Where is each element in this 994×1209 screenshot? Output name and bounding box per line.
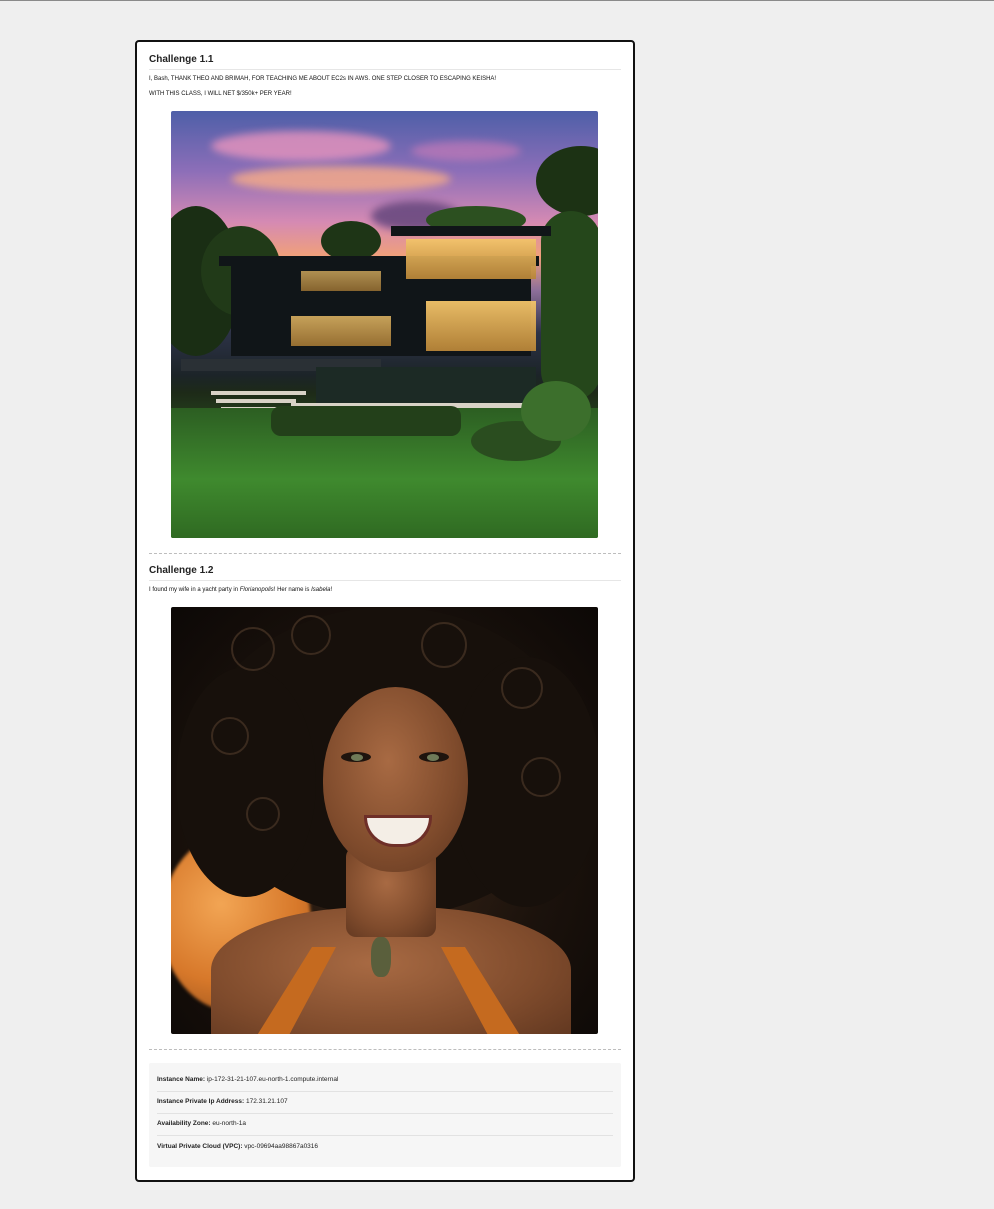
instance-info-panel: Instance Name: ip-172-31-21-107.eu-north… <box>149 1063 621 1167</box>
vpc-label: Virtual Private Cloud (VPC): <box>157 1143 243 1150</box>
place-name: Florianopolis <box>239 587 274 593</box>
sentence-after: ! <box>330 587 333 593</box>
sentence-before: I found my wife in a yacht party in <box>149 587 240 593</box>
luxury-house-image <box>171 111 598 538</box>
vpc-row: Virtual Private Cloud (VPC): vpc-09694aa… <box>157 1142 613 1152</box>
info-separator-1 <box>157 1091 613 1092</box>
availability-zone-label: Availability Zone: <box>157 1120 211 1127</box>
section-divider-2 <box>149 1049 621 1050</box>
person-name: Isabela <box>311 587 331 593</box>
instance-ip-label: Instance Private Ip Address: <box>157 1098 245 1105</box>
instance-ip-row: Instance Private Ip Address: 172.31.21.1… <box>157 1097 613 1107</box>
vpc-value: vpc-09694aa98867a0316 <box>244 1143 319 1150</box>
instance-name-row: Instance Name: ip-172-31-21-107.eu-north… <box>157 1075 613 1085</box>
challenge-1-1-line-1: I, Bash, THANK THEO AND BRIMAH, FOR TEAC… <box>149 76 497 82</box>
info-separator-3 <box>157 1135 613 1136</box>
instance-name-label: Instance Name: <box>157 1076 206 1083</box>
challenge-1-2-title: Challenge 1.2 <box>149 565 621 581</box>
availability-zone-row: Availability Zone: eu-north-1a <box>157 1119 613 1129</box>
challenge-1-1-section: Challenge 1.1 I, Bash, THANK THEO AND BR… <box>149 54 621 98</box>
challenge-1-2-sentence: I found my wife in a yacht party in Flor… <box>149 586 621 594</box>
window-top-border <box>0 0 994 1</box>
challenge-1-1-line-2: WITH THIS CLASS, I WILL NET $/350k+ PER … <box>149 91 292 97</box>
instance-ip-value: 172.31.21.107 <box>246 1098 288 1105</box>
instance-name-value: ip-172-31-21-107.eu-north-1.compute.inte… <box>206 1076 339 1083</box>
challenge-1-2-section: Challenge 1.2 I found my wife in a yacht… <box>149 565 621 594</box>
portrait-image <box>171 607 598 1034</box>
info-separator-2 <box>157 1113 613 1114</box>
content-card: Challenge 1.1 I, Bash, THANK THEO AND BR… <box>135 40 635 1182</box>
sentence-middle: ! Her name is <box>273 587 312 593</box>
section-divider-1 <box>149 553 621 554</box>
challenge-1-1-title: Challenge 1.1 <box>149 54 621 70</box>
availability-zone-value: eu-north-1a <box>212 1120 246 1127</box>
